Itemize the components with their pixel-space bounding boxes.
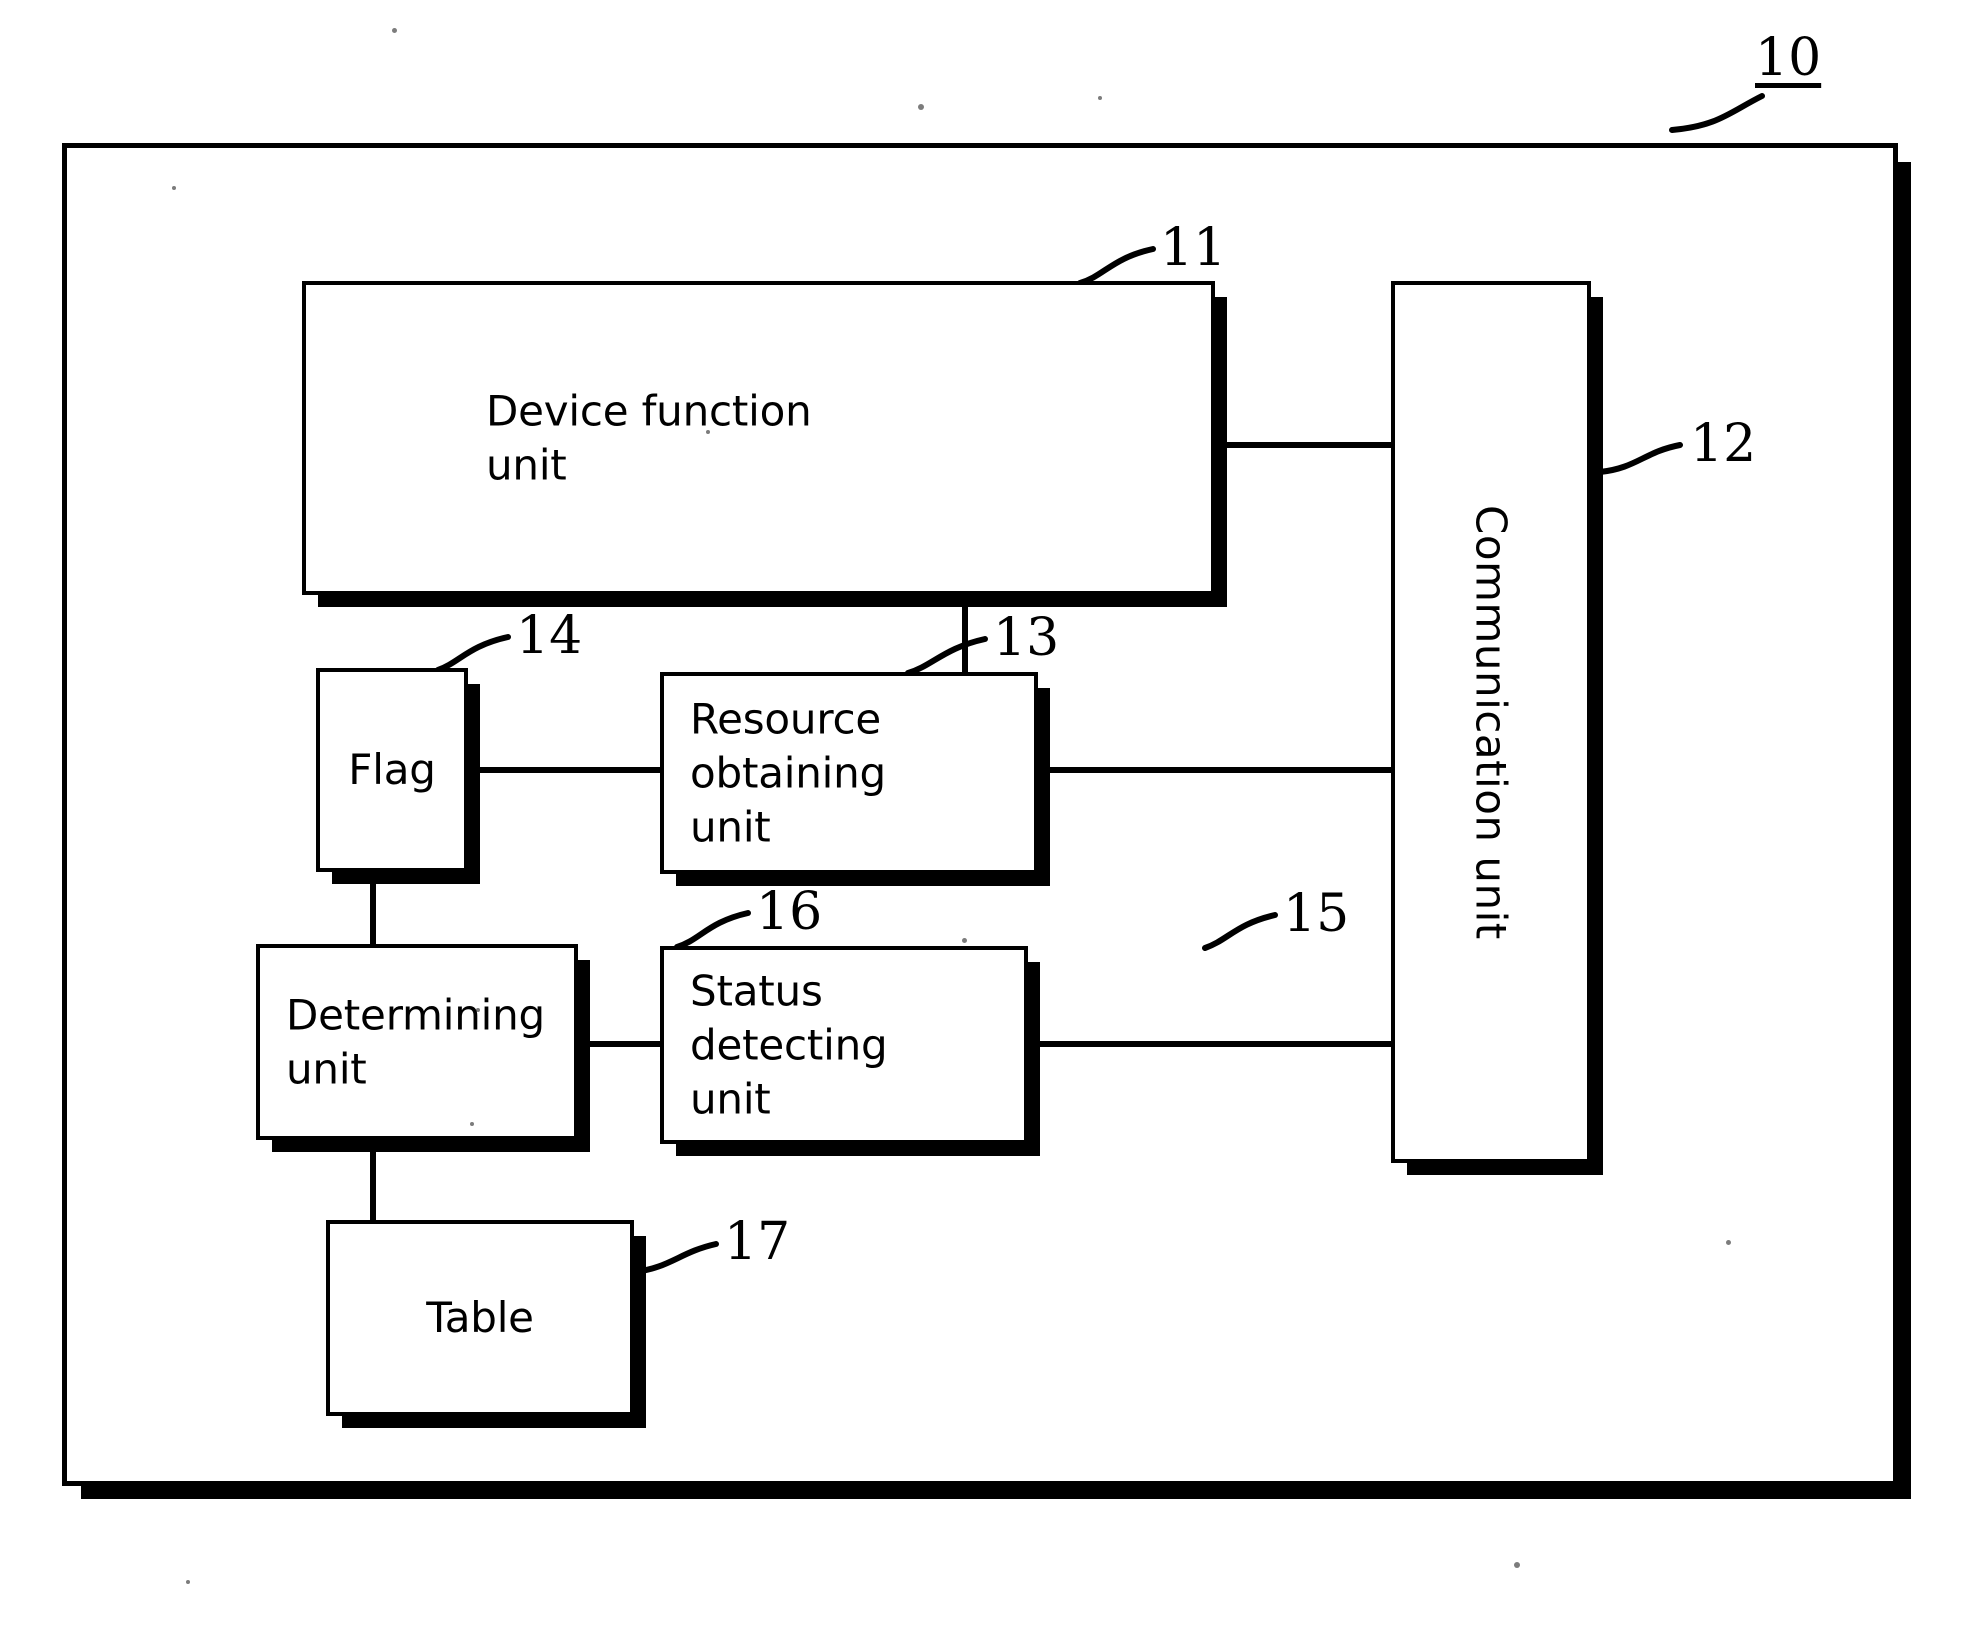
block-label-device-function-unit: Device function unit	[486, 386, 812, 489]
scan-speck	[470, 1122, 474, 1126]
reference-numeral-10: 10	[1755, 28, 1822, 88]
scan-speck	[476, 1008, 480, 1012]
leader-line-10	[1669, 93, 1765, 133]
reference-numeral-14: 14	[516, 606, 583, 666]
scan-speck	[706, 430, 710, 434]
block-label-table: Table	[426, 1293, 534, 1343]
scan-speck	[186, 1580, 190, 1584]
block-determining-unit[interactable]: Determining unit	[256, 944, 578, 1140]
block-label-flag: Flag	[348, 745, 436, 795]
reference-numeral-12: 12	[1690, 414, 1757, 474]
reference-numeral-13: 13	[993, 608, 1060, 668]
reference-numeral-17: 17	[724, 1212, 791, 1272]
figure-canvas: Device function unit Communication unit …	[0, 0, 1966, 1629]
block-resource-obtaining-unit[interactable]: Resource obtaining unit	[660, 672, 1038, 874]
reference-numeral-16: 16	[756, 882, 823, 942]
scan-speck	[918, 104, 924, 110]
reference-numeral-11: 11	[1160, 218, 1227, 278]
block-label-status-detecting-unit: Status detecting unit	[690, 966, 888, 1123]
block-label-resource-obtaining-unit: Resource obtaining unit	[690, 694, 886, 851]
block-device-function-unit[interactable]: Device function unit	[302, 281, 1215, 595]
scan-speck	[1514, 1562, 1520, 1568]
scan-speck	[392, 28, 397, 33]
reference-numeral-15: 15	[1283, 884, 1350, 944]
scan-speck	[962, 938, 967, 943]
block-status-detecting-unit[interactable]: Status detecting unit	[660, 946, 1028, 1144]
block-flag[interactable]: Flag	[316, 668, 468, 872]
scan-speck	[1726, 1240, 1731, 1245]
block-label-determining-unit: Determining unit	[286, 990, 545, 1093]
scan-speck	[172, 186, 176, 190]
block-label-communication-unit: Communication unit	[1466, 504, 1516, 940]
scan-speck	[1098, 96, 1102, 100]
block-communication-unit[interactable]: Communication unit	[1391, 281, 1591, 1163]
block-table[interactable]: Table	[326, 1220, 634, 1416]
